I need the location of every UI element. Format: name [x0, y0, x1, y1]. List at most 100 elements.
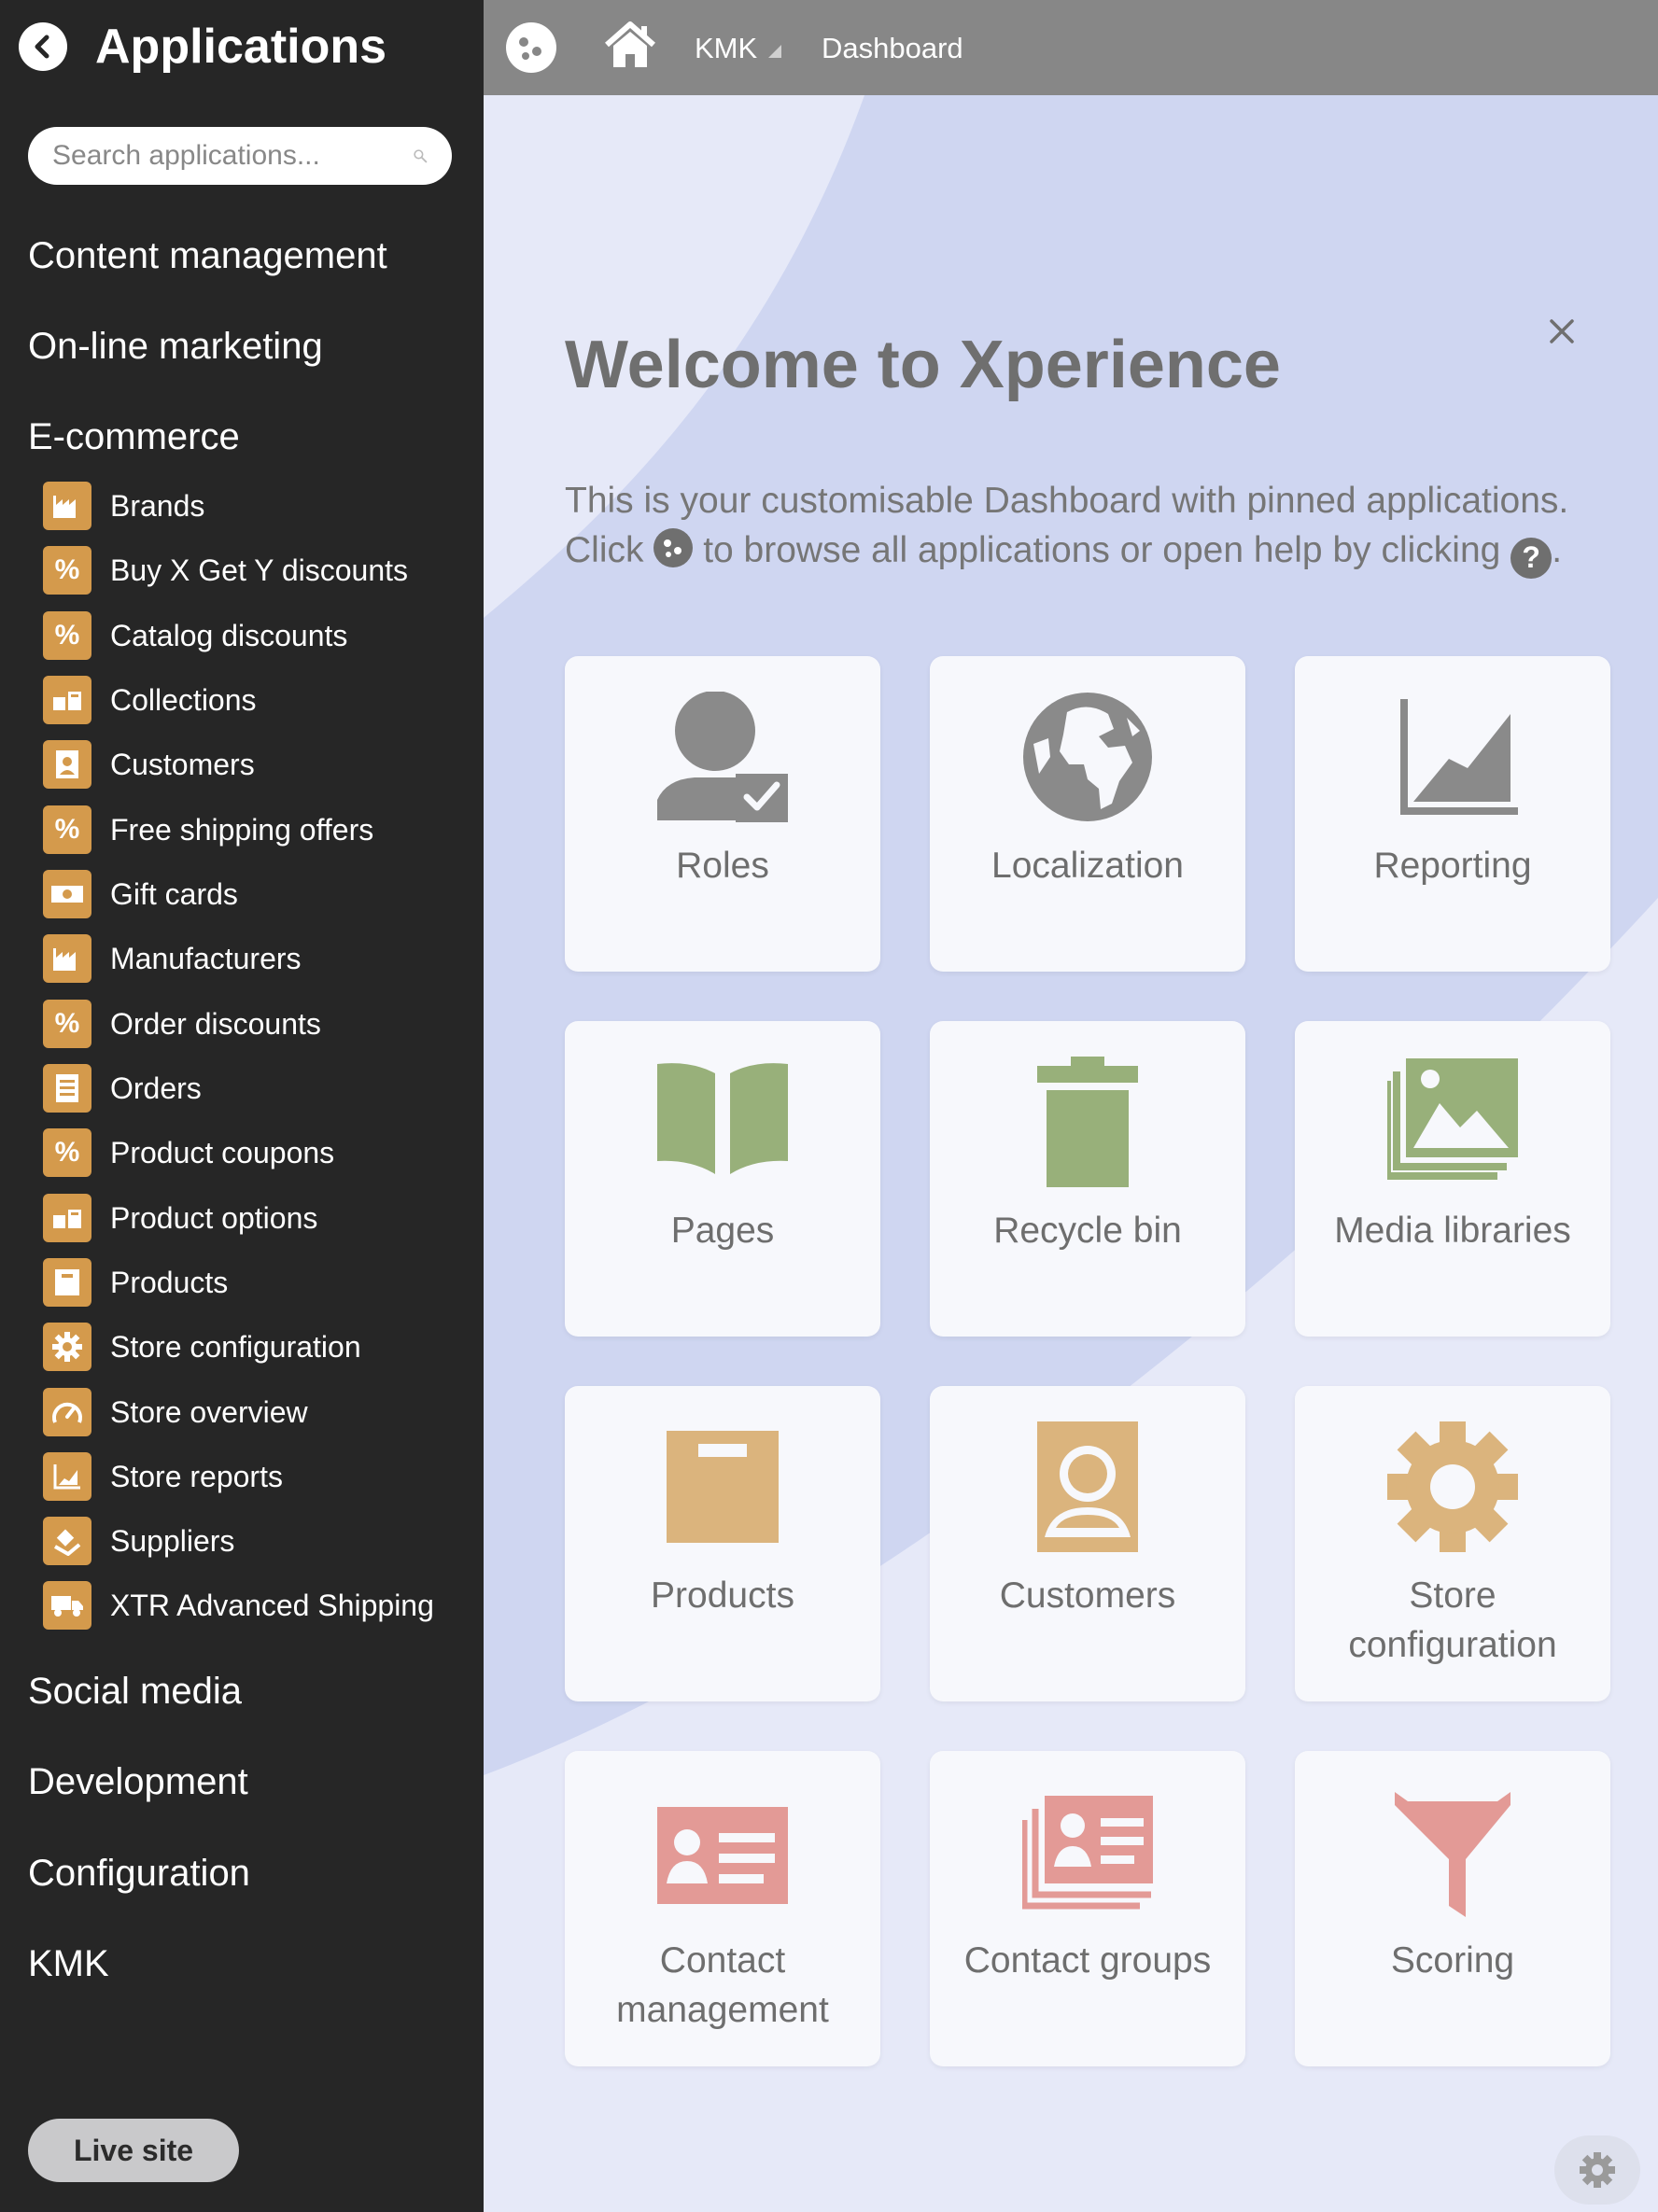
order-list-icon	[43, 1064, 91, 1113]
chevron-left-icon	[35, 35, 49, 59]
tile-localization[interactable]: Localization	[930, 656, 1245, 972]
tile-contact-management[interactable]: Contact management	[565, 1751, 880, 2066]
sidebar-item-store-overview[interactable]: Store overview	[43, 1388, 454, 1436]
factory-icon	[43, 934, 91, 983]
tile-recycle-bin[interactable]: Recycle bin	[930, 1021, 1245, 1337]
applications-sidebar: Applications Content management On-line …	[0, 0, 484, 2212]
percent-icon: %	[43, 1000, 91, 1048]
sidebar-item-label: Manufacturers	[110, 941, 302, 975]
close-icon[interactable]	[1546, 315, 1578, 347]
sidebar-item-free-shipping[interactable]: % Free shipping offers	[43, 805, 454, 854]
sidebar-item-label: Order discounts	[110, 1006, 321, 1041]
tile-pages[interactable]: Pages	[565, 1021, 880, 1337]
percent-icon: %	[43, 1128, 91, 1177]
search-box[interactable]	[28, 127, 452, 185]
category-configuration[interactable]: Configuration	[28, 1853, 250, 1895]
gear-icon	[43, 1323, 91, 1371]
factory-icon	[43, 482, 91, 530]
sidebar-item-label: XTR Advanced Shipping	[110, 1588, 434, 1622]
percent-icon: %	[43, 611, 91, 660]
welcome-text-browse: to browse all applications or open help …	[703, 530, 1501, 570]
tile-scoring[interactable]: Scoring	[1295, 1751, 1610, 2066]
sidebar-item-label: Customers	[110, 747, 255, 781]
tile-store-configuration[interactable]: Store configuration	[1295, 1386, 1610, 1701]
roles-icon	[657, 692, 788, 822]
category-online-marketing[interactable]: On-line marketing	[28, 326, 323, 368]
contact-cards-icon	[1022, 1796, 1153, 1910]
percent-icon: %	[43, 546, 91, 595]
sidebar-item-order-discounts[interactable]: % Order discounts	[43, 1000, 454, 1048]
images-icon	[1387, 1058, 1518, 1180]
sidebar-item-orders[interactable]: Orders	[43, 1064, 454, 1113]
gear-icon	[1387, 1421, 1518, 1552]
category-kmk[interactable]: KMK	[28, 1943, 109, 1985]
tile-label: Customers	[999, 1575, 1176, 1616]
tile-roles[interactable]: Roles	[565, 656, 880, 972]
category-social-media[interactable]: Social media	[28, 1671, 242, 1713]
tile-reporting[interactable]: Reporting	[1295, 656, 1610, 972]
sidebar-item-collections[interactable]: Collections	[43, 676, 454, 724]
category-development[interactable]: Development	[28, 1761, 248, 1803]
sidebar-item-product-options[interactable]: Product options	[43, 1194, 454, 1242]
breadcrumb-dashboard[interactable]: Dashboard	[822, 32, 963, 65]
search-icon[interactable]	[413, 142, 428, 170]
book-icon	[657, 1063, 788, 1174]
sidebar-item-catalog-discounts[interactable]: % Catalog discounts	[43, 611, 454, 660]
category-content-management[interactable]: Content management	[28, 235, 387, 277]
site-selector[interactable]: KMK	[695, 32, 782, 65]
percent-icon: %	[43, 805, 91, 854]
tile-contact-groups[interactable]: Contact groups	[930, 1751, 1245, 2066]
sidebar-item-store-reports[interactable]: Store reports	[43, 1452, 454, 1501]
sidebar-item-label: Orders	[110, 1071, 202, 1105]
tile-products[interactable]: Products	[565, 1386, 880, 1701]
chart-icon	[43, 1452, 91, 1501]
box-icon	[667, 1431, 779, 1543]
sidebar-item-customers[interactable]: Customers	[43, 740, 454, 789]
customer-icon	[43, 740, 91, 789]
sidebar-item-label: Products	[110, 1265, 229, 1299]
applications-icon[interactable]	[506, 22, 556, 73]
live-site-button[interactable]: Live site	[28, 2119, 239, 2182]
tile-label: Contact management	[616, 1940, 829, 2030]
category-ecommerce[interactable]: E-commerce	[28, 416, 240, 458]
contact-card-icon	[657, 1807, 788, 1904]
back-button[interactable]	[19, 22, 67, 71]
search-input[interactable]	[52, 140, 413, 172]
sidebar-item-label: Collections	[110, 682, 257, 717]
sidebar-item-label: Product options	[110, 1200, 318, 1235]
sidebar-header: Applications	[19, 17, 386, 77]
welcome-text-period: .	[1552, 530, 1563, 570]
sidebar-item-products[interactable]: Products	[43, 1258, 454, 1307]
tile-media-libraries[interactable]: Media libraries	[1295, 1021, 1610, 1337]
sidebar-item-store-configuration[interactable]: Store configuration	[43, 1323, 454, 1371]
sidebar-item-label: Buy X Get Y discounts	[110, 553, 408, 587]
tile-label: Pages	[670, 1211, 775, 1251]
caret-down-icon	[768, 45, 782, 58]
sidebar-item-suppliers[interactable]: Suppliers	[43, 1517, 454, 1565]
truck-icon	[43, 1581, 91, 1630]
dashboard: Welcome to Xperience This is your custom…	[484, 95, 1658, 2212]
sidebar-item-gift-cards[interactable]: Gift cards	[43, 870, 454, 918]
sidebar-item-brands[interactable]: Brands	[43, 482, 454, 530]
sidebar-item-label: Catalog discounts	[110, 618, 348, 652]
box-icon	[43, 1258, 91, 1307]
welcome-title: Welcome to Xperience	[565, 328, 1281, 402]
tile-label: Media libraries	[1334, 1211, 1571, 1251]
customer-icon	[1037, 1421, 1138, 1552]
sidebar-item-label: Store configuration	[110, 1329, 361, 1364]
sidebar-item-buy-x-get-y[interactable]: % Buy X Get Y discounts	[43, 546, 454, 595]
dashboard-settings-button[interactable]	[1554, 2135, 1640, 2205]
boxes-icon	[43, 1194, 91, 1242]
sidebar-item-product-coupons[interactable]: % Product coupons	[43, 1128, 454, 1177]
top-bar: KMK Dashboard	[484, 0, 1658, 95]
sidebar-item-manufacturers[interactable]: Manufacturers	[43, 934, 454, 983]
sidebar-item-label: Gift cards	[110, 876, 238, 911]
tile-label: Contact groups	[963, 1940, 1212, 1981]
tile-customers[interactable]: Customers	[930, 1386, 1245, 1701]
funnel-icon	[1395, 1792, 1510, 1917]
welcome-text-click: Click	[565, 530, 644, 570]
home-icon[interactable]	[603, 21, 657, 71]
sidebar-item-label: Store overview	[110, 1394, 308, 1429]
sidebar-item-xtr-advanced-shipping[interactable]: XTR Advanced Shipping	[43, 1581, 454, 1630]
tile-label: Store configuration	[1348, 1575, 1557, 1665]
